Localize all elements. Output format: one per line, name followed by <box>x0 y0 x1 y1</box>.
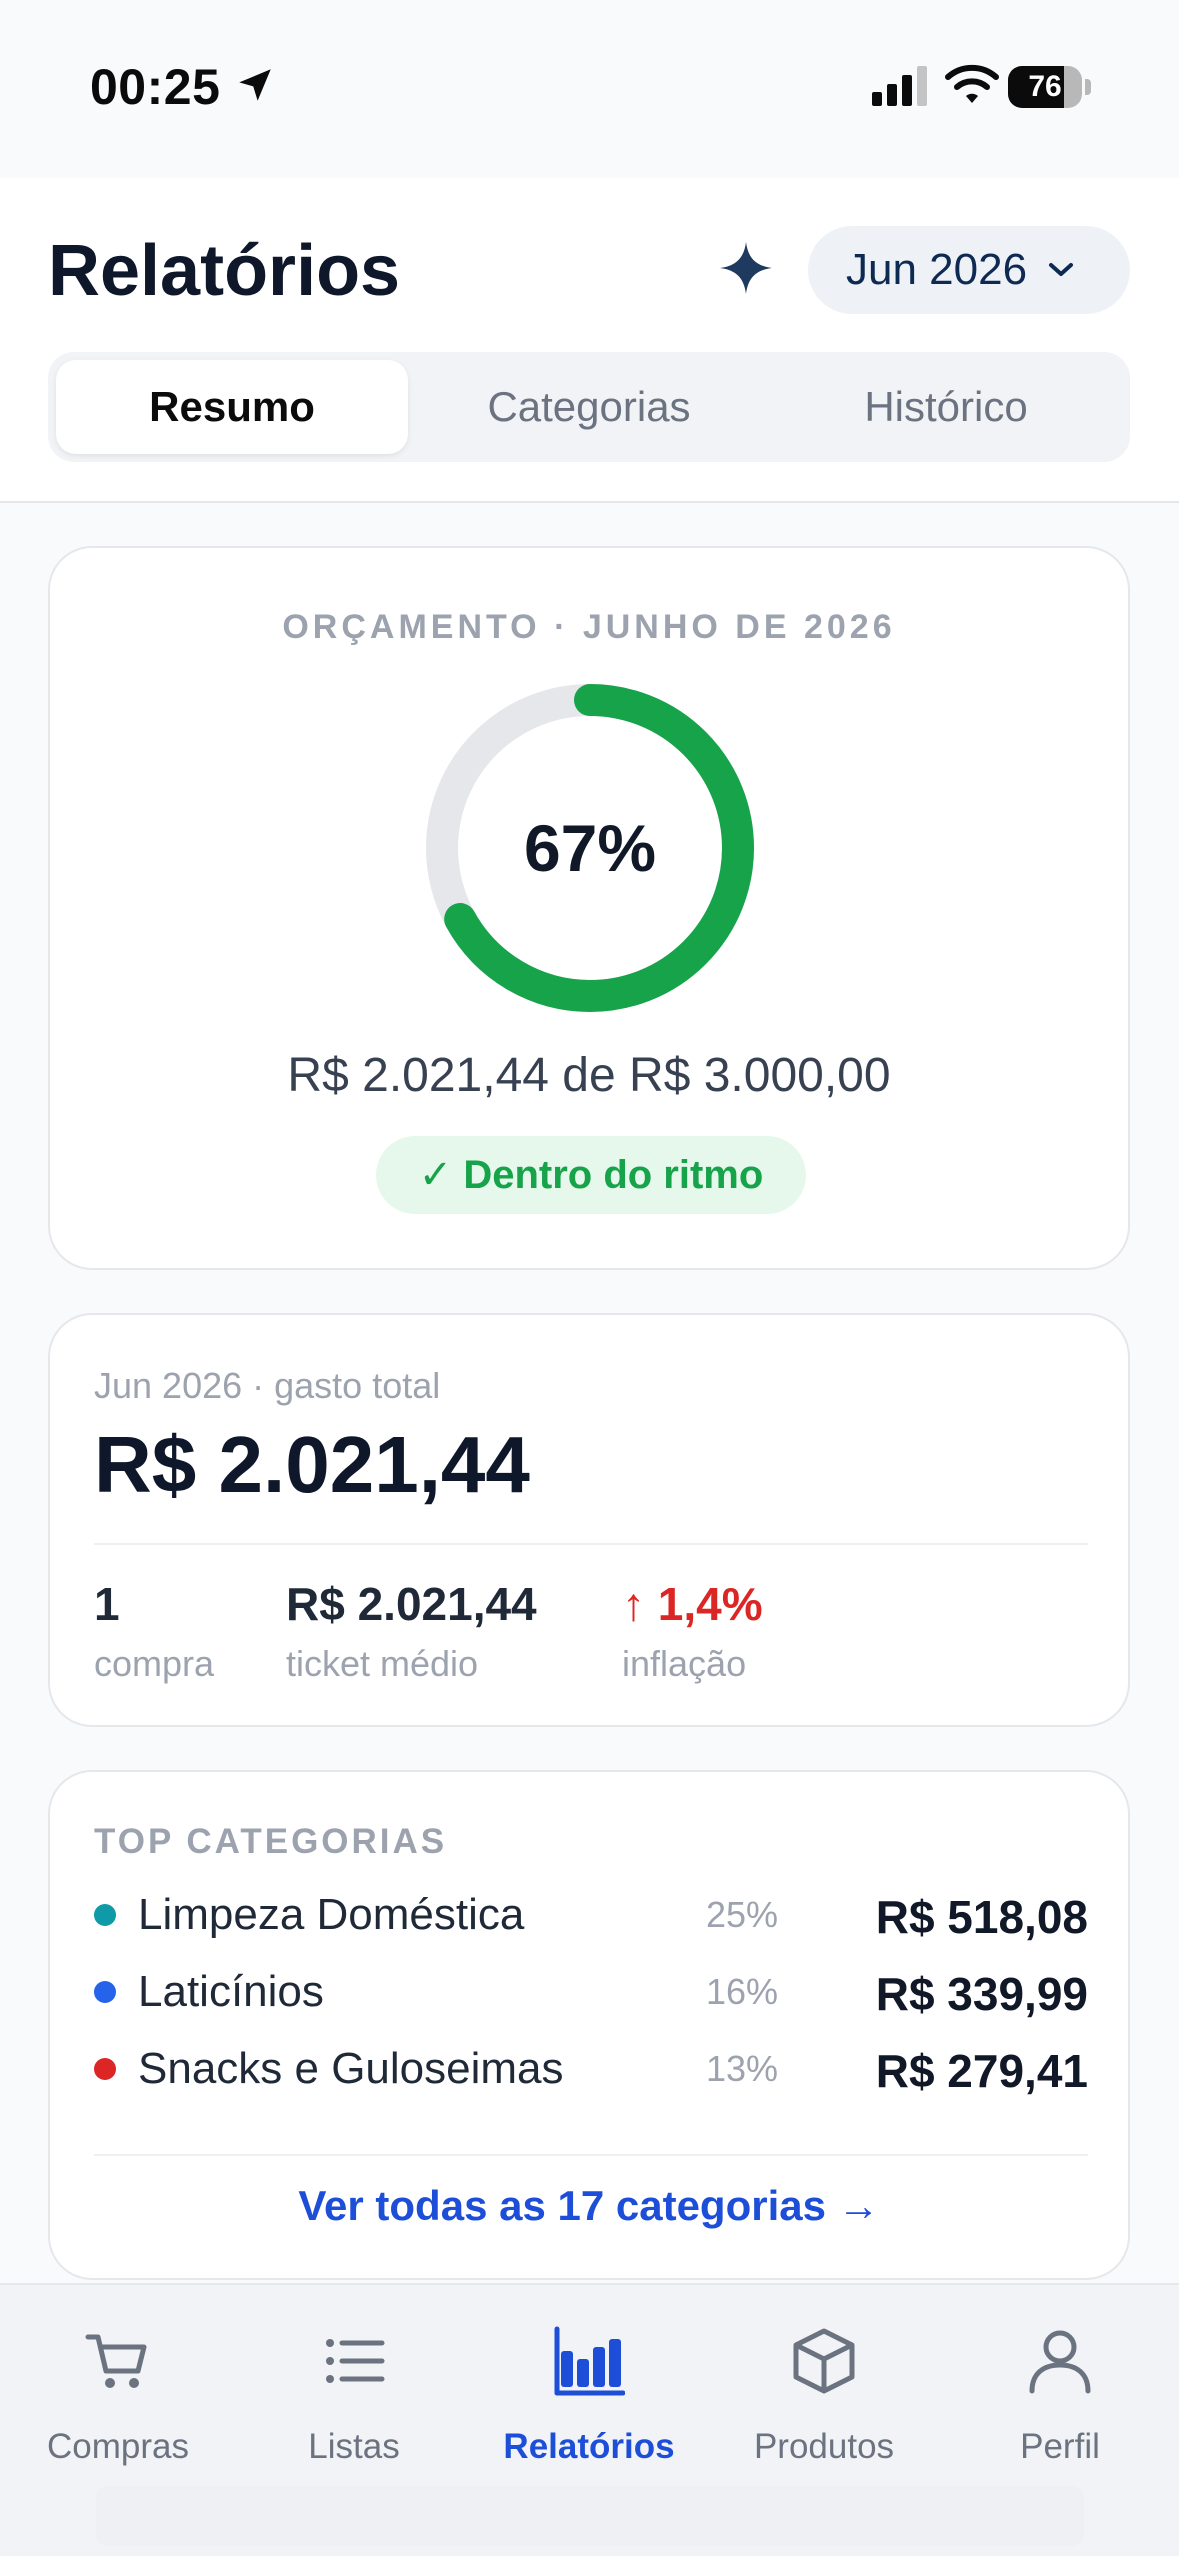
category-value: R$ 518,08 <box>875 1891 1088 1943</box>
chevron-down-icon <box>1049 263 1074 276</box>
category-row[interactable]: Limpeza Doméstica 25% R$ 518,08 <box>94 1884 1088 1944</box>
bar-chart-icon <box>554 2326 625 2396</box>
wifi-icon <box>945 64 999 103</box>
category-percent: 25% <box>705 1894 778 1935</box>
top-categories-card: TOP CATEGORIAS Limpeza Doméstica 25% R$ … <box>48 1770 1130 2280</box>
month-selector[interactable]: Jun 2026 <box>808 226 1130 314</box>
status-badge: ✓ Dentro do ritmo <box>376 1136 806 1214</box>
category-value: R$ 339,99 <box>875 1968 1088 2020</box>
list-icon <box>326 2339 385 2383</box>
tab-label: Compras <box>47 2427 189 2466</box>
category-percent: 13% <box>705 2048 778 2089</box>
divider <box>94 2154 1088 2156</box>
budget-amount: R$ 2.021,44 de R$ 3.000,00 <box>287 1049 891 1102</box>
category-row[interactable]: Snacks e Guloseimas 13% R$ 279,41 <box>94 2038 1088 2098</box>
tab-historico[interactable]: Histórico <box>770 360 1122 454</box>
tab-categorias[interactable]: Categorias <box>413 360 765 454</box>
divider <box>94 1543 1088 1545</box>
spending-card: Jun 2026 · gasto total R$ 2.021,44 1 com… <box>48 1313 1130 1727</box>
category-color-dot <box>94 2058 116 2080</box>
stat-purchases: 1 compra <box>94 1577 214 1685</box>
cart-icon <box>85 2334 147 2388</box>
segmented-control: Resumo Categorias Histórico <box>48 352 1130 462</box>
spending-total: R$ 2.021,44 <box>94 1420 530 1509</box>
location-arrow-icon <box>239 69 271 101</box>
category-name: Limpeza Doméstica <box>138 1890 525 1939</box>
page-title: Relatórios <box>48 231 401 311</box>
battery-icon: 76 <box>1008 66 1091 108</box>
tab-produtos[interactable]: Produtos <box>706 2325 942 2485</box>
person-icon <box>1029 2330 1091 2394</box>
battery-level: 76 <box>1028 70 1062 103</box>
tab-relatorios[interactable]: Relatórios <box>471 2325 707 2485</box>
stat-label: compra <box>94 1643 215 1684</box>
stat-value: 1 <box>94 1578 120 1630</box>
top-categories-title: TOP CATEGORIAS <box>94 1822 448 1861</box>
stat-label: ticket médio <box>286 1643 479 1684</box>
category-name: Snacks e Guloseimas <box>138 2044 564 2093</box>
category-color-dot <box>94 1981 116 2003</box>
stat-inflation: ↑ 1,4% inflação <box>622 1577 763 1685</box>
tab-label: Relatórios <box>503 2427 675 2466</box>
tab-label: Listas <box>308 2427 400 2466</box>
stat-average-ticket: R$ 2.021,44 ticket médio <box>286 1577 537 1685</box>
home-indicator <box>96 2486 1084 2546</box>
sparkle-icon[interactable] <box>718 240 774 296</box>
page-header: Relatórios Jun 2026 Resumo Categorias Hi… <box>0 178 1179 503</box>
tab-compras[interactable]: Compras <box>0 2325 236 2485</box>
box-icon <box>793 2328 855 2394</box>
stat-value: R$ 2.021,44 <box>286 1578 537 1630</box>
budget-card: ORÇAMENTO · JUNHO DE 2026 67% R$ 2.021,4… <box>48 546 1130 1270</box>
see-all-categories-link[interactable]: Ver todas as 17 categorias → <box>50 2182 1128 2230</box>
category-row[interactable]: Laticínios 16% R$ 339,99 <box>94 1961 1088 2021</box>
stat-label: inflação <box>622 1643 747 1684</box>
category-color-dot <box>94 1904 116 1926</box>
status-time: 00:25 <box>90 59 221 115</box>
tab-resumo[interactable]: Resumo <box>56 360 408 454</box>
category-value: R$ 279,41 <box>875 2045 1088 2097</box>
stat-value: ↑ 1,4% <box>622 1578 763 1630</box>
category-name: Laticínios <box>138 1967 324 2016</box>
spending-caption: Jun 2026 · gasto total <box>94 1365 441 1406</box>
budget-percent: 67% <box>523 811 657 885</box>
cellular-signal-icon <box>872 66 927 106</box>
tab-listas[interactable]: Listas <box>236 2325 472 2485</box>
category-percent: 16% <box>705 1971 778 2012</box>
tab-label: Produtos <box>753 2427 895 2466</box>
month-selector-label: Jun 2026 <box>846 245 1028 294</box>
budget-title: ORÇAMENTO · JUNHO DE 2026 <box>282 608 896 646</box>
status-bar: 00:25 76 <box>0 0 1179 178</box>
tab-perfil[interactable]: Perfil <box>942 2325 1178 2485</box>
tab-label: Perfil <box>1020 2427 1100 2466</box>
